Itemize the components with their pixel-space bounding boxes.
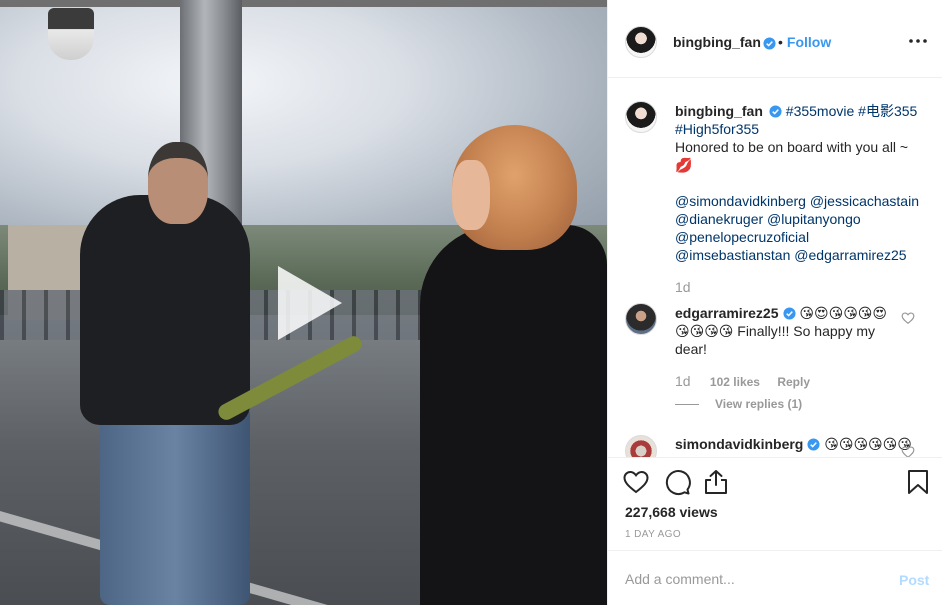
comment-body: 😘😘😘😘😘😘	[824, 436, 912, 452]
verified-badge-icon	[807, 438, 820, 451]
mention-link[interactable]: @simondavidkinberg	[675, 193, 806, 209]
comment-icon[interactable]	[663, 468, 691, 496]
share-icon[interactable]	[702, 468, 730, 496]
hashtag-link[interactable]: #High5for355	[675, 121, 759, 137]
video-man-head	[148, 142, 208, 224]
caption-body: Honored to be on board with you all ~ 💋	[675, 139, 909, 173]
caption-text: bingbing_fan #355movie #电影355 #High5for3…	[675, 102, 925, 264]
replies-divider	[675, 404, 699, 406]
verified-badge-icon	[759, 35, 776, 53]
comment-username[interactable]: edgarramirez25	[675, 305, 779, 321]
video-woman	[420, 225, 607, 605]
caption-timestamp[interactable]: 1d	[675, 279, 691, 295]
comment-meta: 1d 102 likes Reply	[675, 373, 810, 389]
mention-link[interactable]: @imsebastianstan	[675, 247, 790, 263]
verified-badge-icon	[769, 105, 782, 118]
avatar[interactable]	[625, 26, 657, 58]
post-header: bingbing_fan • Follow	[608, 0, 942, 78]
comment-input[interactable]	[625, 568, 875, 590]
mention-link[interactable]: @jessicachastain	[810, 193, 919, 209]
mention-link[interactable]: @penelopecruzoficial	[675, 229, 809, 245]
play-icon[interactable]	[270, 262, 348, 344]
mention-link[interactable]: @dianekruger	[675, 211, 763, 227]
follow-button[interactable]: • Follow	[778, 34, 831, 50]
video-man-legs	[100, 405, 250, 605]
comment-body: 😘😘😘😘 Finally!!! So happy my dear!	[675, 323, 875, 357]
comment-likes[interactable]: 102 likes	[710, 375, 760, 389]
avatar[interactable]	[625, 101, 657, 133]
avatar[interactable]	[625, 303, 657, 335]
comments-list[interactable]: bingbing_fan #355movie #电影355 #High5for3…	[608, 79, 942, 457]
view-replies-label: View replies (1)	[715, 397, 803, 411]
mention-link[interactable]: @lupitanyongo	[767, 211, 861, 227]
post-author-username[interactable]: bingbing_fan	[673, 34, 761, 50]
comment-username[interactable]: simondavidkinberg	[675, 436, 803, 452]
caption-username[interactable]: bingbing_fan	[675, 103, 763, 119]
view-count[interactable]: 227,668 views	[625, 504, 718, 520]
comment-text: simondavidkinberg 😘😘😘😘😘😘	[675, 436, 912, 453]
post-sidebar: bingbing_fan • Follow bingbing_fan #355mo…	[607, 0, 942, 605]
video-lamp	[48, 8, 94, 60]
avatar[interactable]	[625, 435, 657, 457]
more-options-icon[interactable]	[908, 32, 928, 50]
video-woman-face	[452, 160, 490, 230]
follow-label: Follow	[786, 34, 832, 50]
comment-like-heart-icon[interactable]	[901, 311, 915, 325]
add-comment-section: Post	[608, 550, 942, 605]
heart-icon[interactable]	[622, 468, 650, 496]
bookmark-icon[interactable]	[904, 468, 932, 496]
post-actions: 227,668 views 1 DAY AGO	[608, 457, 942, 551]
comment-emoji: 😘😍😘😘😘😍	[799, 305, 887, 321]
verified-badge-icon	[782, 307, 796, 320]
comment-timestamp[interactable]: 1d	[675, 373, 691, 389]
view-replies-button[interactable]: View replies (1)	[675, 397, 802, 411]
reply-button[interactable]: Reply	[777, 375, 810, 389]
post-date[interactable]: 1 DAY AGO	[625, 529, 681, 540]
comment-text: edgarramirez25 😘😍😘😘😘😍 😘😘😘😘 Finally!!! So…	[675, 304, 895, 358]
mention-link[interactable]: @edgarramirez25	[794, 247, 906, 263]
hashtag-links[interactable]: #355movie #电影355	[786, 103, 918, 119]
post-comment-button[interactable]: Post	[899, 572, 929, 588]
video-man	[80, 195, 250, 425]
comment-like-heart-icon[interactable]	[901, 445, 915, 457]
video-top-strip	[0, 0, 607, 7]
separator-dot: •	[778, 34, 783, 50]
video-player[interactable]	[0, 0, 607, 605]
